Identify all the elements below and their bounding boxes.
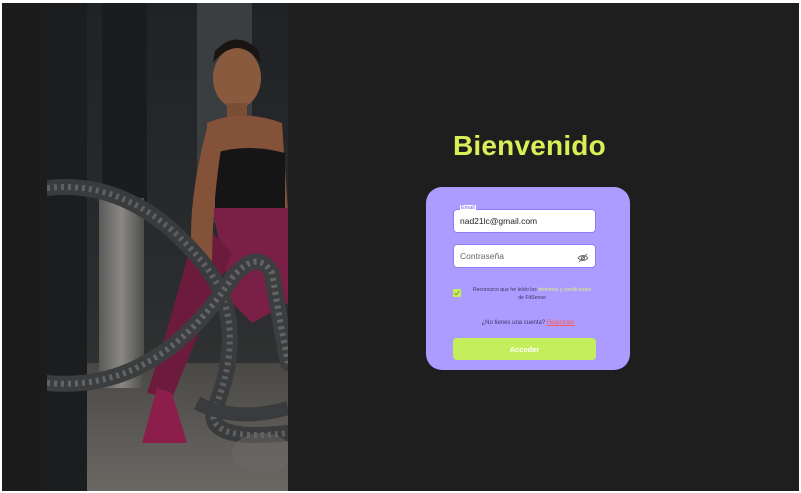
password-field[interactable]: [453, 244, 596, 268]
checkmark-icon: [454, 290, 460, 296]
signup-row: ¿No tienes una cuenta? Regístrate: [426, 320, 630, 326]
hero-image: [47, 3, 288, 491]
login-card: Email Reconozco que he leído los: [426, 187, 630, 370]
signup-link[interactable]: Regístrate: [547, 320, 575, 326]
page-title: Bienvenido: [453, 130, 606, 161]
eye-off-icon[interactable]: [577, 251, 589, 263]
email-input[interactable]: [454, 210, 595, 232]
email-field[interactable]: [453, 209, 596, 233]
terms-text: Reconozco que he leído los términos y co…: [472, 286, 592, 302]
terms-suffix: de FitSense: [518, 295, 546, 301]
terms-prefix: Reconozco que he leído los: [472, 287, 537, 293]
submit-button[interactable]: Acceder: [453, 338, 596, 360]
password-input[interactable]: [454, 245, 595, 267]
login-panel: Bienvenido Email: [288, 3, 799, 491]
app-frame: Bienvenido Email: [2, 3, 799, 491]
terms-checkbox[interactable]: [453, 289, 461, 297]
email-label: Email: [460, 205, 476, 211]
terms-link[interactable]: términos y condiciones: [538, 287, 591, 293]
left-margin: [2, 3, 47, 491]
signup-prompt: ¿No tienes una cuenta?: [481, 320, 546, 326]
